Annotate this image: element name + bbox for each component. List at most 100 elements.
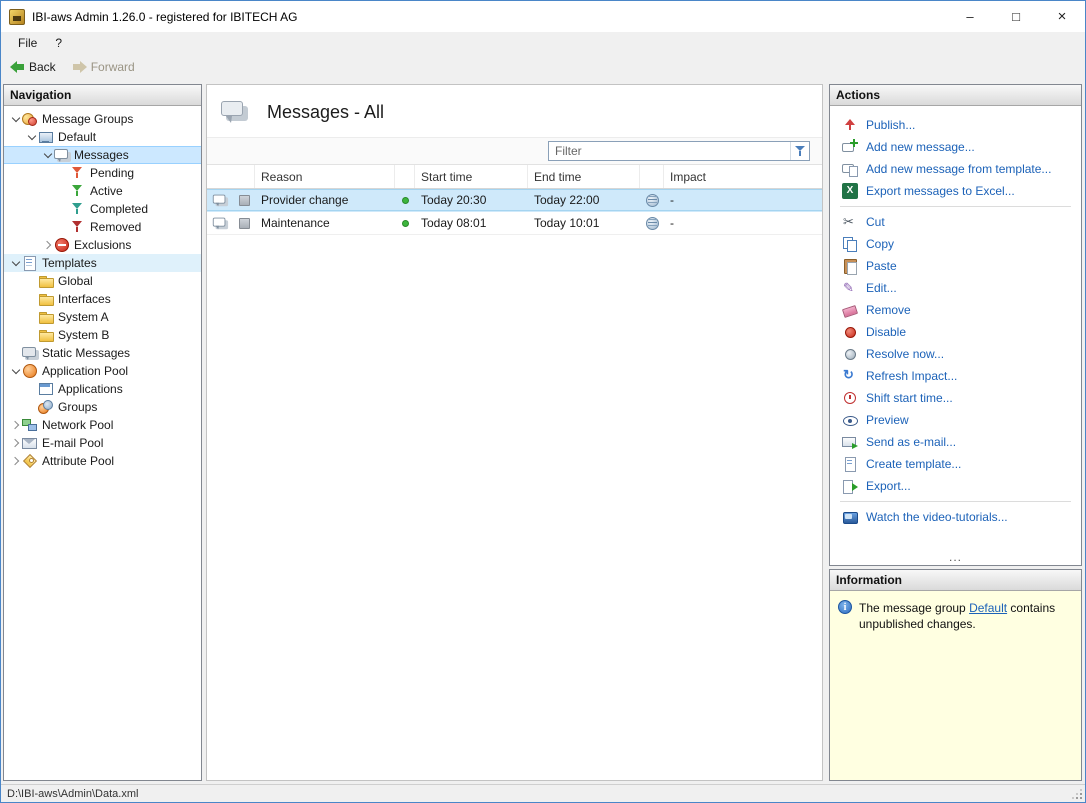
chevron-right-icon[interactable] [10, 437, 22, 449]
chevron-right-icon[interactable] [10, 455, 22, 467]
maximize-button[interactable]: □ [993, 1, 1039, 32]
action-label: Export messages to Excel... [866, 184, 1015, 198]
action-publish[interactable]: Publish... [830, 114, 1081, 136]
impact-globe-icon [645, 216, 659, 230]
action-edit[interactable]: Edit... [830, 277, 1081, 299]
action-export[interactable]: Export... [830, 475, 1081, 497]
chevron-down-icon[interactable] [10, 365, 22, 377]
column-header-end-time[interactable]: End time [528, 165, 640, 188]
action-resolve-now[interactable]: Resolve now... [830, 343, 1081, 365]
tree-item-label: Default [58, 130, 96, 144]
chevron-down-icon[interactable] [10, 113, 22, 125]
chevron-down-icon[interactable] [26, 131, 38, 143]
action-remove[interactable]: Remove [830, 299, 1081, 321]
tree-item-global[interactable]: Global [4, 272, 201, 290]
tree-item-removed[interactable]: Removed [4, 218, 201, 236]
start-time-cell: Today 20:30 [421, 193, 486, 207]
action-label: Preview [866, 413, 909, 427]
action-label: Shift start time... [866, 391, 953, 405]
filter-funnel-icon[interactable] [790, 142, 809, 160]
action-copy[interactable]: Copy [830, 233, 1081, 255]
tree-item-e-mail-pool[interactable]: E-mail Pool [4, 434, 201, 452]
menu-file[interactable]: File [9, 33, 46, 53]
end-time-cell: Today 10:01 [534, 216, 599, 230]
action-add-new-message-from-template[interactable]: Add new message from template... [830, 158, 1081, 180]
chevron-down-icon[interactable] [10, 257, 22, 269]
action-create-template[interactable]: Create template... [830, 453, 1081, 475]
tree-item-exclusions[interactable]: Exclusions [4, 236, 201, 254]
tree-item-system-b[interactable]: System B [4, 326, 201, 344]
column-header-start-time[interactable]: Start time [415, 165, 528, 188]
back-arrow-icon [10, 61, 25, 73]
action-preview[interactable]: Preview [830, 409, 1081, 431]
chevron-right-icon[interactable] [42, 239, 54, 251]
back-button[interactable]: Back [5, 58, 61, 76]
forward-arrow-icon [72, 61, 87, 73]
edit-icon [842, 280, 858, 296]
tree-item-completed[interactable]: Completed [4, 200, 201, 218]
action-label: Disable [866, 325, 906, 339]
tree-item-label: Global [58, 274, 93, 288]
tree-item-application-pool[interactable]: Application Pool [4, 362, 201, 380]
tree-item-default[interactable]: Default [4, 128, 201, 146]
action-export-messages-to-excel[interactable]: Export messages to Excel... [830, 180, 1081, 202]
tree-item-label: Attribute Pool [42, 454, 114, 468]
table-row-provider-change[interactable]: Provider changeToday 20:30Today 22:00- [207, 189, 822, 212]
action-label: Create template... [866, 457, 961, 471]
tree-item-interfaces[interactable]: Interfaces [4, 290, 201, 308]
action-refresh-impact[interactable]: Refresh Impact... [830, 365, 1081, 387]
message-icon [213, 193, 227, 207]
action-shift-start-time[interactable]: Shift start time... [830, 387, 1081, 409]
tree-item-label: System A [58, 310, 109, 324]
action-label: Edit... [866, 281, 897, 295]
export-icon [842, 478, 858, 494]
action-add-new-message[interactable]: Add new message... [830, 136, 1081, 158]
impact-cell: - [670, 193, 674, 207]
menu-help[interactable]: ? [46, 33, 71, 53]
close-button[interactable]: × [1039, 1, 1085, 32]
statusbar: D:\IBI-aws\Admin\Data.xml [1, 784, 1085, 802]
right-column: Actions Publish...Add new message...Add … [829, 84, 1082, 781]
tree-item-label: E-mail Pool [42, 436, 103, 450]
tree-item-pending[interactable]: Pending [4, 164, 201, 182]
filter-input[interactable] [549, 144, 790, 158]
impact-cell: - [670, 216, 674, 230]
send-email-icon [842, 434, 858, 450]
tree-item-templates[interactable]: Templates [4, 254, 201, 272]
information-panel: Information The message group Default co… [829, 569, 1082, 781]
tree-item-network-pool[interactable]: Network Pool [4, 416, 201, 434]
completed-icon [70, 201, 86, 217]
message-icon [213, 216, 227, 230]
action-cut[interactable]: Cut [830, 211, 1081, 233]
action-send-as-e-mail[interactable]: Send as e-mail... [830, 431, 1081, 453]
table-row-maintenance[interactable]: MaintenanceToday 08:01Today 10:01- [207, 212, 822, 235]
column-header-reason[interactable]: Reason [255, 165, 395, 188]
action-disable[interactable]: Disable [830, 321, 1081, 343]
exclusions-icon [54, 237, 70, 253]
tree-item-system-a[interactable]: System A [4, 308, 201, 326]
action-watch-the-video-tutorials[interactable]: Watch the video-tutorials... [830, 506, 1081, 528]
tree-item-applications[interactable]: Applications [4, 380, 201, 398]
tree-item-groups[interactable]: Groups [4, 398, 201, 416]
tree-item-static-messages[interactable]: Static Messages [4, 344, 201, 362]
tree-item-messages[interactable]: Messages [4, 146, 201, 164]
tree-item-label: Messages [74, 148, 129, 162]
message-groups-icon [22, 111, 38, 127]
minimize-button[interactable]: – [947, 1, 993, 32]
tree-item-active[interactable]: Active [4, 182, 201, 200]
chevron-down-icon[interactable] [42, 149, 54, 161]
email-pool-icon [22, 435, 38, 451]
default-group-link[interactable]: Default [969, 601, 1007, 615]
status-active-icon [402, 220, 409, 227]
information-body: The message group Default contains unpub… [830, 591, 1081, 780]
tree-item-attribute-pool[interactable]: Attribute Pool [4, 452, 201, 470]
forward-button[interactable]: Forward [67, 58, 140, 76]
resize-grip[interactable] [1072, 789, 1082, 799]
add-message-icon [842, 139, 858, 155]
actions-overflow[interactable]: ... [830, 548, 1081, 565]
action-paste[interactable]: Paste [830, 255, 1081, 277]
column-header-impact[interactable]: Impact [664, 165, 822, 188]
chevron-right-icon[interactable] [10, 419, 22, 431]
tree-item-message-groups[interactable]: Message Groups [4, 110, 201, 128]
chevron-placeholder [26, 329, 38, 341]
